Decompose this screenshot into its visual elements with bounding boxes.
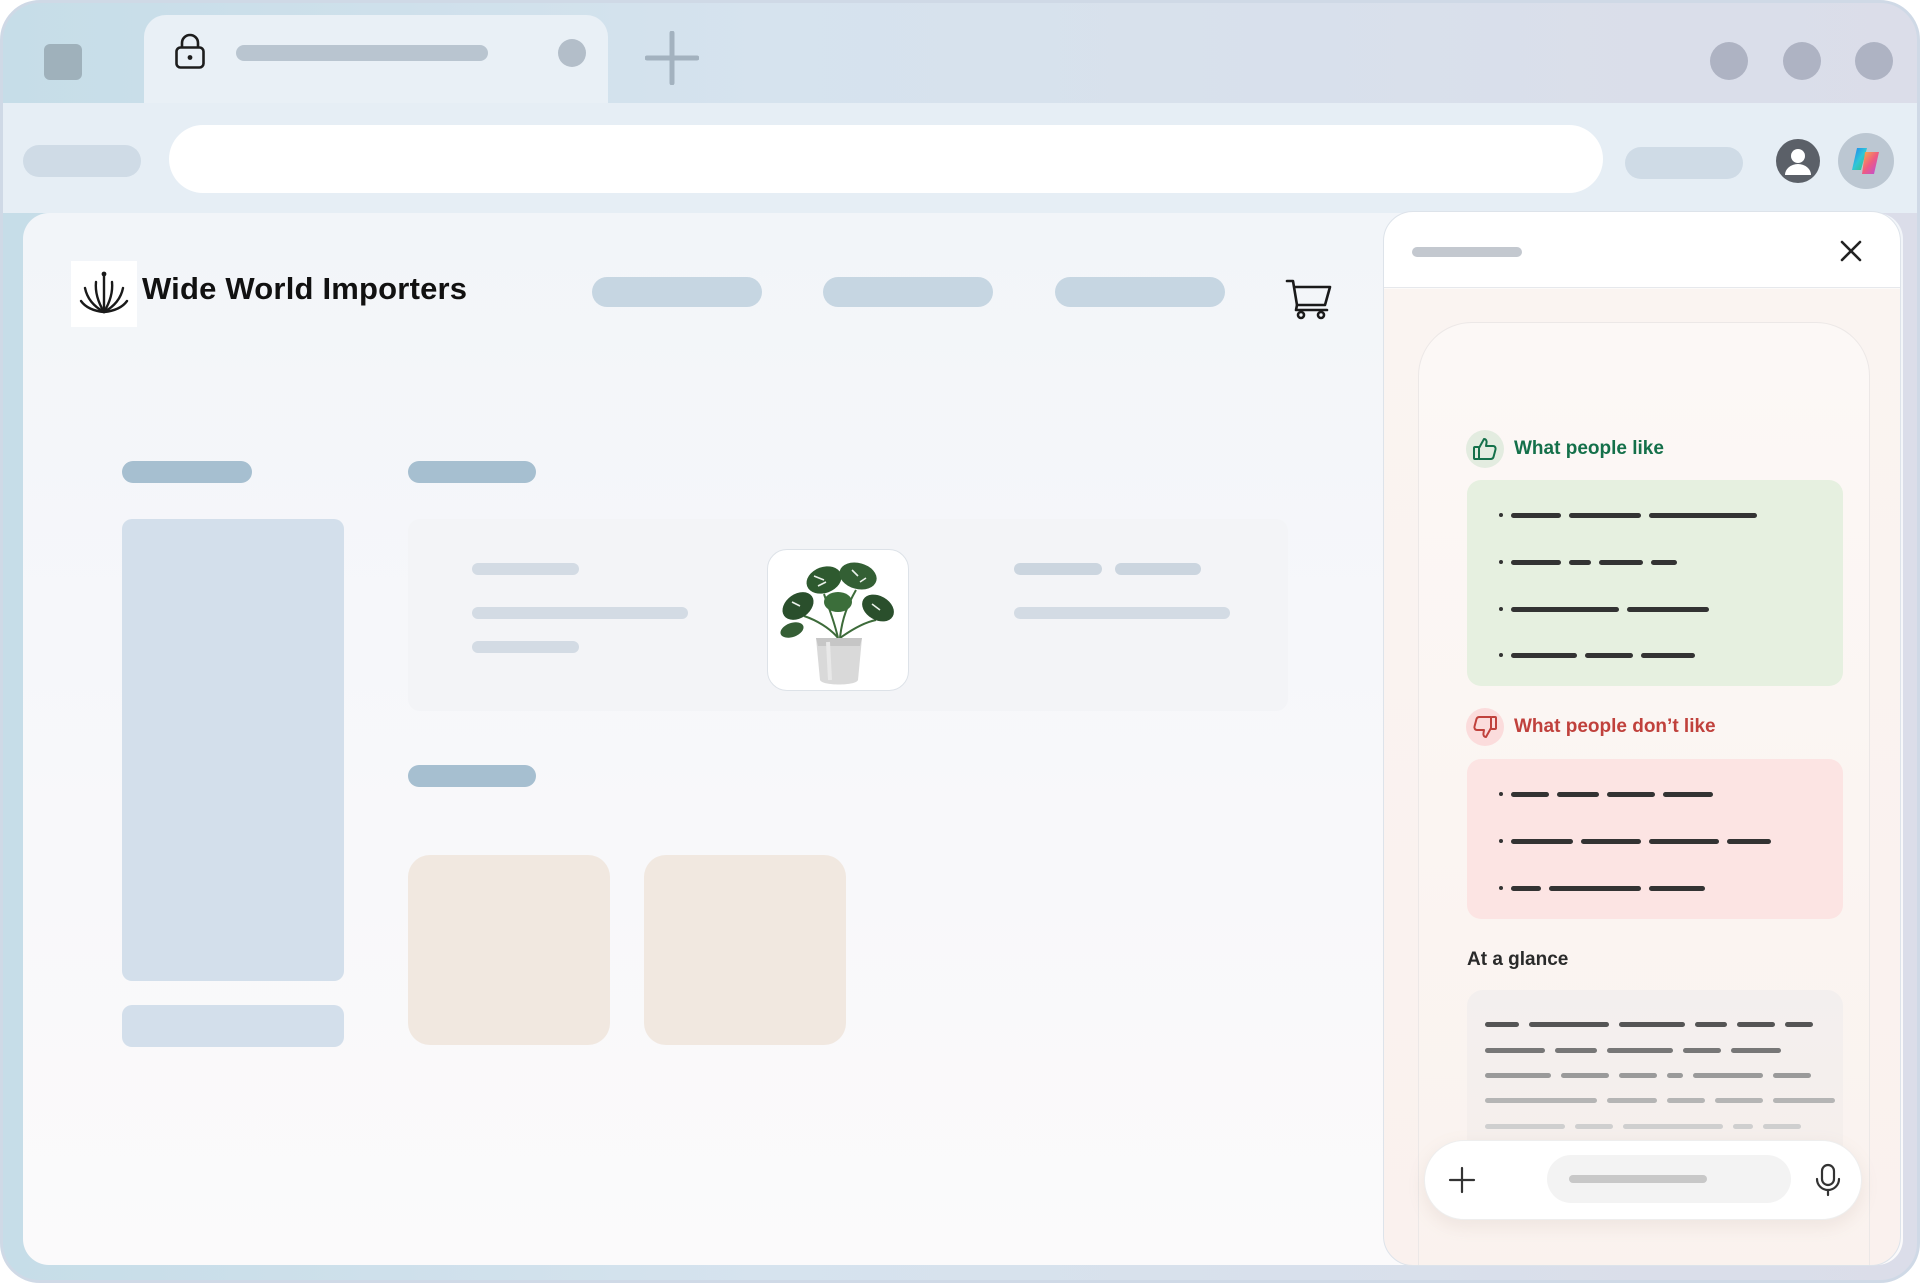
price-placeholder xyxy=(1014,563,1102,575)
nav-link-placeholder[interactable] xyxy=(1055,277,1225,307)
panel-title-placeholder xyxy=(1412,247,1522,257)
browser-window: Wide World Importers What people like Wh… xyxy=(0,0,1920,1283)
likes-header: What people like xyxy=(1466,430,1664,468)
browser-toolbar xyxy=(3,103,1917,213)
text-line xyxy=(1485,1124,1801,1129)
cart-icon[interactable] xyxy=(1285,277,1333,321)
profile-icon[interactable] xyxy=(1776,139,1820,183)
dislikes-title: What people don’t like xyxy=(1514,716,1716,737)
input-placeholder xyxy=(1569,1175,1707,1183)
recommended-item-placeholder[interactable] xyxy=(644,855,846,1045)
copilot-sidebar: What people like What people don’t like xyxy=(1383,211,1901,1266)
tab-bar xyxy=(3,3,1917,107)
list-item xyxy=(1499,885,1705,891)
sidebar-filter-placeholder xyxy=(122,519,344,981)
thumbs-down-icon xyxy=(1466,708,1504,746)
lock-icon xyxy=(175,33,205,69)
close-icon[interactable] xyxy=(1836,236,1866,266)
microphone-icon[interactable] xyxy=(1813,1163,1843,1197)
price-placeholder xyxy=(1115,563,1201,575)
tab-close-button[interactable] xyxy=(558,39,586,67)
dislikes-list xyxy=(1467,759,1843,919)
close-control[interactable] xyxy=(1855,42,1893,80)
copilot-header xyxy=(1384,212,1900,288)
list-item xyxy=(1499,512,1757,518)
nav-link-placeholder[interactable] xyxy=(592,277,762,307)
navigation-buttons[interactable] xyxy=(23,145,141,177)
tab-actions-button[interactable] xyxy=(44,44,82,80)
text-placeholder xyxy=(1014,607,1230,619)
list-item xyxy=(1499,606,1709,612)
chat-input[interactable] xyxy=(1547,1155,1791,1203)
section-heading-placeholder xyxy=(122,461,252,483)
tab-title-placeholder xyxy=(236,45,488,61)
thumbs-up-icon xyxy=(1466,430,1504,468)
text-line xyxy=(1485,1073,1811,1078)
minimize-control[interactable] xyxy=(1710,42,1748,80)
address-bar[interactable] xyxy=(169,125,1603,193)
likes-title: What people like xyxy=(1514,438,1664,459)
text-placeholder xyxy=(472,641,579,653)
text-line xyxy=(1485,1048,1781,1053)
section-heading-placeholder xyxy=(408,765,536,787)
text-placeholder xyxy=(472,563,579,575)
dislikes-header: What people don’t like xyxy=(1466,708,1716,746)
copilot-icon[interactable] xyxy=(1838,133,1894,189)
plus-icon[interactable] xyxy=(645,31,699,85)
list-item xyxy=(1499,559,1677,565)
maximize-control[interactable] xyxy=(1783,42,1821,80)
recommended-item-placeholder[interactable] xyxy=(408,855,610,1045)
lotus-logo-icon[interactable] xyxy=(71,261,137,327)
glance-title: At a glance xyxy=(1467,949,1569,970)
plus-icon[interactable] xyxy=(1447,1165,1477,1195)
text-line xyxy=(1485,1022,1813,1027)
sidebar-button-placeholder[interactable] xyxy=(122,1005,344,1047)
active-tab[interactable] xyxy=(144,15,608,107)
text-placeholder xyxy=(472,607,688,619)
list-item xyxy=(1499,791,1713,797)
list-item xyxy=(1499,652,1695,658)
list-item xyxy=(1499,838,1771,844)
nav-link-placeholder[interactable] xyxy=(823,277,993,307)
section-heading-placeholder xyxy=(408,461,536,483)
text-line xyxy=(1485,1098,1835,1103)
monstera-plant xyxy=(780,562,894,639)
likes-list xyxy=(1467,480,1843,686)
site-name[interactable]: Wide World Importers xyxy=(142,271,467,307)
toolbar-extensions[interactable] xyxy=(1625,147,1743,179)
chat-composer xyxy=(1424,1140,1862,1220)
product-image[interactable] xyxy=(767,549,909,691)
